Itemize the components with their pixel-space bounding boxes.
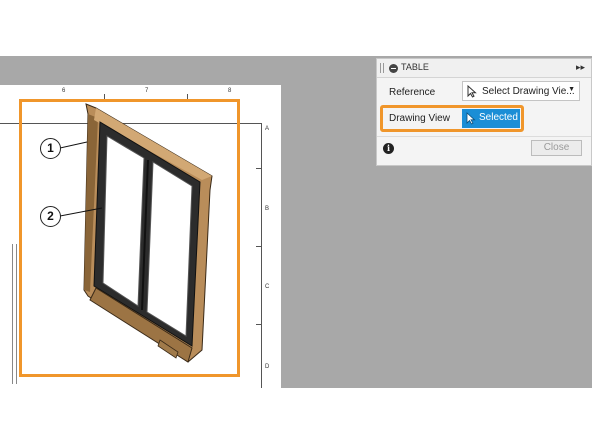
close-button[interactable]: Close xyxy=(531,140,582,156)
collapse-icon[interactable] xyxy=(389,64,398,73)
column-label: 8 xyxy=(228,88,232,94)
row-label: D xyxy=(265,364,270,370)
column-label: 6 xyxy=(62,88,66,94)
sheet-frame-line xyxy=(12,244,13,384)
row-label: C xyxy=(265,284,270,290)
sheet-tick xyxy=(256,168,262,169)
dialog-header[interactable]: TABLE ▸▸ xyxy=(377,59,591,78)
cursor-icon xyxy=(467,85,477,98)
reference-select[interactable]: Select Drawing Vie... ▼ xyxy=(462,81,580,101)
cursor-icon xyxy=(466,112,476,125)
table-dialog: TABLE ▸▸ Reference Select Drawing Vie...… xyxy=(376,58,592,166)
reference-label: Reference xyxy=(389,87,436,98)
sheet-tick xyxy=(256,246,262,247)
column-label: 7 xyxy=(145,88,149,94)
reference-value: Select Drawing Vie... xyxy=(482,86,575,97)
sheet-tick xyxy=(256,324,262,325)
dropdown-caret-icon: ▼ xyxy=(568,86,575,93)
row-label: A xyxy=(265,126,270,132)
dialog-divider xyxy=(377,136,591,137)
drawing-view-value: Selected xyxy=(479,112,518,123)
dialog-title: TABLE xyxy=(401,62,429,72)
row-label: B xyxy=(265,206,270,212)
drawing-view-label: Drawing View xyxy=(389,113,450,124)
sheet-frame-line xyxy=(16,244,17,384)
fast-forward-icon[interactable]: ▸▸ xyxy=(576,62,585,73)
info-icon[interactable]: i xyxy=(383,143,394,154)
grip-icon[interactable] xyxy=(380,63,384,73)
selected-view-highlight xyxy=(19,99,240,377)
drawing-view-selection-button[interactable]: Selected xyxy=(462,109,520,128)
